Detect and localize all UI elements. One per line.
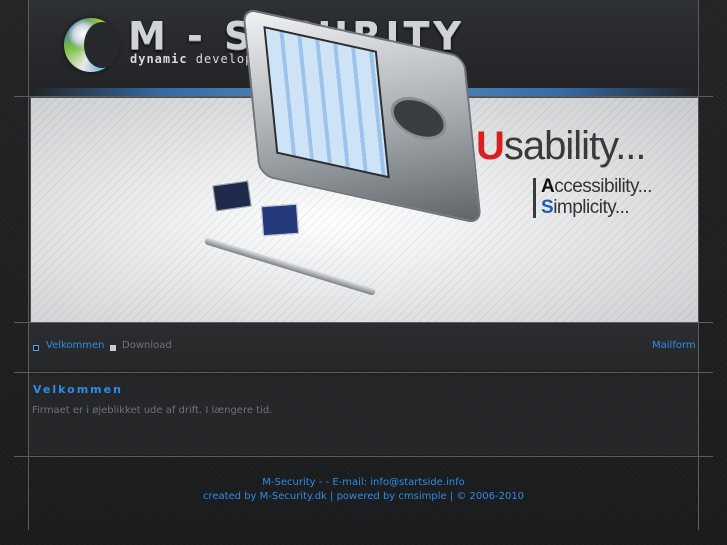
page-body-text: Firmaet er i øjeblikket ude af drift. I … [32,405,273,416]
divider-line [14,372,713,373]
sd-card-image [212,180,252,212]
simplicity-cap: S [541,197,554,218]
accessibility-cap: A [541,176,555,197]
footer-credits[interactable]: created by M-Security.dk | powered by cm… [0,491,727,502]
divider-line [14,456,713,457]
tagline-bold: dynamic [130,52,188,66]
nav-item-download[interactable]: Download [122,340,172,351]
usability-cap: U [476,124,505,168]
mailform-link[interactable]: Mailform [652,340,696,351]
pda-dpad [388,91,449,146]
page-title: Velkommen [33,383,123,396]
nav-bullet-icon [110,345,116,351]
logo-globe-icon[interactable] [64,18,120,72]
pda-screen [263,25,390,179]
usability-rest: sability... [503,124,647,168]
banner-usability: Usability... [476,124,647,169]
simplicity-rest: implicity... [553,197,630,218]
banner-accessibility: Accessibility... [541,176,652,198]
sd-card-image [260,203,300,237]
banner-simplicity: Simplicity... [541,197,630,219]
nav-item-velkommen[interactable]: Velkommen [46,340,105,351]
footer-contact[interactable]: M-Security - - E-mail: info@startside.in… [0,477,727,488]
accessibility-rest: ccessibility... [554,176,652,197]
banner-vertical-bar [533,178,536,218]
nav-bullet-icon [33,345,39,351]
